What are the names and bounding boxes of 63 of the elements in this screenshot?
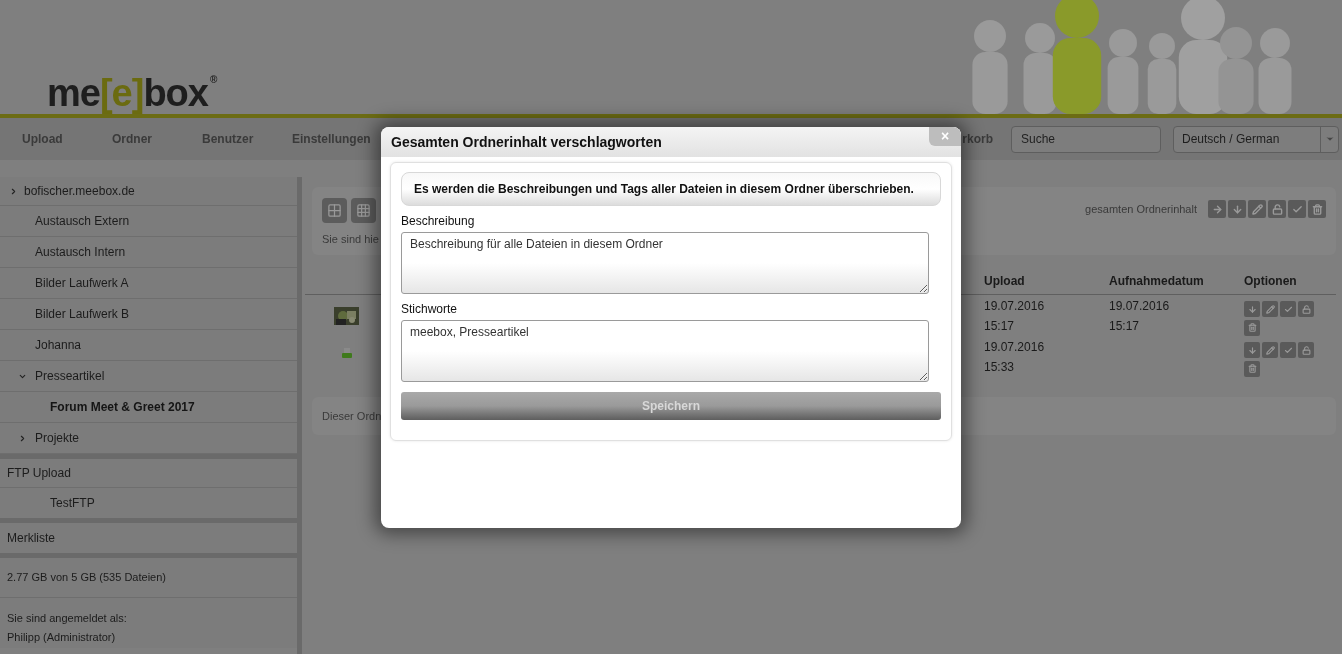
folder-item[interactable]: Bilder Laufwerk A <box>35 274 129 292</box>
breadcrumb: Sie sind hie <box>322 232 380 247</box>
check-icon[interactable] <box>1288 200 1306 218</box>
column-header: Optionen <box>1244 273 1297 290</box>
column-header: Aufnahmedatum <box>1109 273 1205 290</box>
folder-item[interactable]: Austausch Intern <box>35 243 126 261</box>
text-area[interactable]: Beschreibung für alle Dateien in diesem Ordner <box>401 232 929 294</box>
unlock-icon[interactable] <box>1268 200 1286 218</box>
column-header: Upload <box>984 273 1026 290</box>
table-cell-text: 15:17 <box>984 318 1016 335</box>
nav-link[interactable]: Upload <box>22 130 112 148</box>
language-select[interactable]: Deutsch / German <box>1173 125 1339 153</box>
check-icon[interactable] <box>1280 301 1296 317</box>
login-info: Sie sind angemeldet als: <box>7 611 128 626</box>
pencil-icon[interactable] <box>1248 200 1266 218</box>
search-field[interactable]: Suche <box>1011 125 1161 153</box>
nav-link[interactable]: Ordner <box>112 130 202 148</box>
login-info: Philipp (Administrator) <box>7 630 117 645</box>
field-label: Stichworte <box>401 301 459 318</box>
trash-icon[interactable] <box>1244 360 1260 377</box>
logo: me[e]box® <box>47 74 217 112</box>
ftp-heading[interactable]: FTP Upload <box>7 464 71 482</box>
caret-icon <box>1324 134 1335 144</box>
table-cell-text: 15:33 <box>984 359 1016 376</box>
trash-icon[interactable] <box>1308 200 1326 218</box>
bulk-label: gesamten Ordnerinhalt <box>1085 201 1197 217</box>
field-label: Beschreibung <box>401 213 476 230</box>
folder-item[interactable]: Johanna <box>35 336 82 354</box>
folder-item[interactable]: Presseartikel <box>35 367 105 385</box>
text-area[interactable]: meebox, Presseartikel <box>401 320 929 382</box>
notice-banner: Es werden die Beschreibungen und Tags aller Dateien in diesem Ordner überschrieben. <box>401 172 941 206</box>
check-icon[interactable] <box>1280 342 1296 358</box>
table-cell-text: 15:17 <box>1109 318 1141 335</box>
nav-link[interactable]: rkorb <box>962 130 993 148</box>
watchlist-link[interactable]: Merkliste <box>7 529 55 547</box>
dialog-title: Gesamten Ordnerinhalt verschlagworten <box>391 132 662 152</box>
unlock-icon[interactable] <box>1298 301 1314 317</box>
nav-link[interactable]: Benutzer <box>202 130 292 148</box>
table-cell-text: 19.07.2016 <box>1109 298 1171 315</box>
folder-item[interactable]: Forum Meet & Greet 2017 <box>50 398 195 416</box>
unlock-icon[interactable] <box>1298 342 1314 358</box>
table-cell-text: 19.07.2016 <box>984 298 1046 315</box>
fine-grid-icon <box>356 203 371 218</box>
pencil-icon[interactable] <box>1262 301 1278 317</box>
nav-link[interactable]: Einstellungen <box>292 130 382 148</box>
grid-view-button[interactable] <box>351 198 376 223</box>
trash-icon[interactable] <box>1244 319 1260 336</box>
folder-info: Dieser Ordn <box>322 408 382 424</box>
pencil-icon[interactable] <box>1262 342 1278 358</box>
arrow-right-icon[interactable] <box>1208 200 1226 218</box>
download-icon[interactable] <box>1228 200 1246 218</box>
folder-item[interactable]: Bilder Laufwerk B <box>35 305 130 323</box>
ftp-item[interactable]: TestFTP <box>50 494 95 512</box>
download-icon[interactable] <box>1244 342 1260 358</box>
account-item[interactable]: bofischer.meebox.de <box>24 182 135 200</box>
download-icon[interactable] <box>1244 301 1260 317</box>
storage-usage: 2.77 GB von 5 GB (535 Dateien) <box>7 570 166 586</box>
grid-icon <box>327 203 342 218</box>
folder-item[interactable]: Austausch Extern <box>35 212 130 230</box>
file-icon <box>341 348 352 358</box>
table-cell-text: 19.07.2016 <box>984 339 1046 356</box>
folder-item[interactable]: Projekte <box>35 429 80 447</box>
grid-view-button[interactable] <box>322 198 347 223</box>
